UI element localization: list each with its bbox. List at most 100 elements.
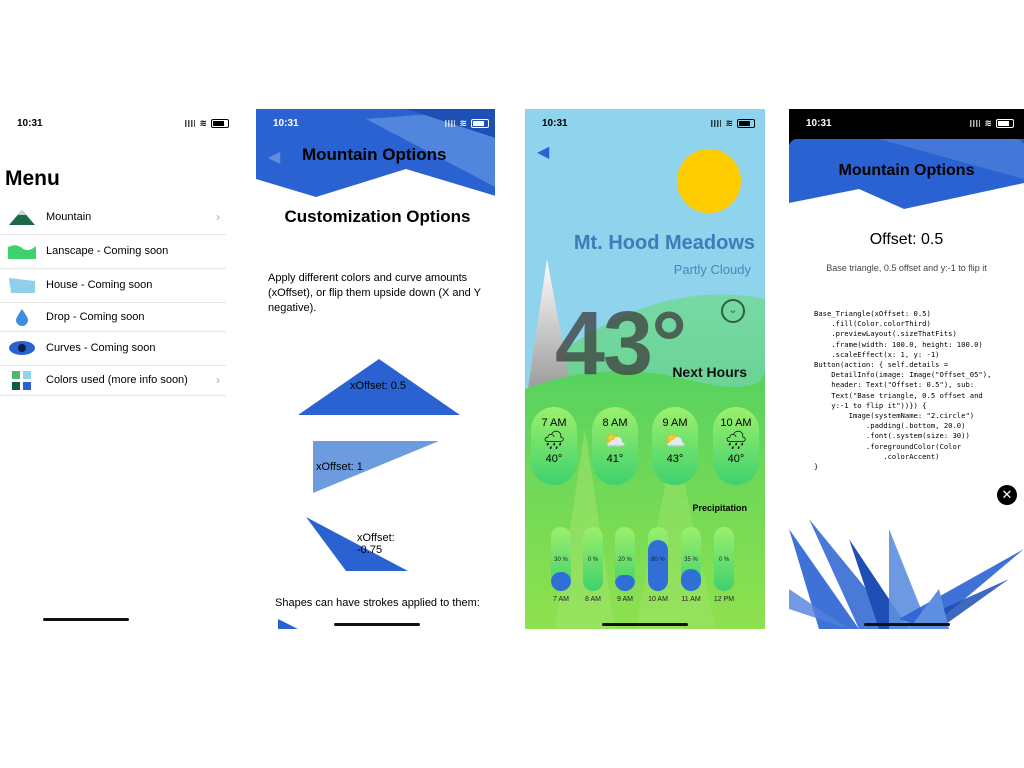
status-time: 10:31	[542, 118, 568, 129]
condition-text: Partly Cloudy	[673, 262, 751, 277]
chevron-down-circle-icon[interactable]: ⌄	[721, 299, 745, 323]
battery-icon	[211, 119, 229, 128]
strokes-text: Shapes can have strokes applied to them:	[275, 597, 480, 609]
battery-icon	[737, 119, 755, 128]
close-icon[interactable]: ✕	[997, 485, 1017, 505]
battery-icon	[471, 119, 489, 128]
menu-item-label: Colors used (more info soon)	[46, 374, 188, 386]
home-indicator	[602, 623, 688, 626]
eye-icon	[8, 339, 36, 357]
precipitation-fill	[615, 575, 635, 591]
hour-card: 10 AM 🌧 40°	[713, 407, 759, 485]
hour-card: 9 AM ⛅ 43°	[652, 407, 698, 485]
options-screen: 10:31 ≋ ◀ Mountain Options Customization…	[256, 109, 499, 629]
precipitation-percent: 0 %	[587, 557, 599, 563]
signal-icon	[970, 120, 981, 127]
precipitation-percent: 20 %	[618, 557, 632, 563]
rain-icon: 🌧	[542, 430, 566, 450]
partly-sunny-icon: ⛅	[603, 430, 627, 450]
offset-title: Offset: 0.5	[869, 231, 944, 248]
menu-item-colors[interactable]: Colors used (more info soon) ›	[0, 365, 226, 396]
next-hours-label: Next Hours	[672, 364, 747, 380]
wifi-icon: ≋	[725, 118, 733, 128]
menu-screen: 10:31 ≋ Menu Mountain › Lanscape - Comin…	[0, 109, 239, 629]
signal-icon	[445, 120, 456, 127]
precipitation-bar: 80 %	[648, 527, 668, 591]
precipitation-bar: 35 %	[681, 527, 701, 591]
precipitation-label: Precipitation	[692, 503, 747, 513]
hour-temp: 40°	[727, 453, 745, 465]
offset-description: Base triangle, 0.5 offset and y:-1 to fl…	[826, 263, 987, 273]
precipitation-time: 11 AM	[681, 596, 701, 603]
menu-item-label: Mountain	[46, 211, 92, 223]
precipitation-time: 12 PM	[713, 596, 735, 603]
menu-item-drop[interactable]: Drop - Coming soon	[0, 302, 226, 332]
hour-time: 10 AM	[720, 417, 752, 429]
precipitation-time: 9 AM	[617, 596, 633, 603]
hour-temp: 40°	[545, 453, 563, 465]
menu-item-label: Curves - Coming soon	[46, 342, 156, 354]
rain-icon: 🌧	[724, 430, 748, 450]
precipitation-bar: 0 %	[714, 527, 734, 591]
current-temperature: 43°	[555, 294, 687, 394]
code-snippet: Base_Triangle(xOffset: 0.5) .fill(Color.…	[814, 309, 992, 472]
status-bar: 10:31 ≋	[256, 118, 499, 134]
header-title: Mountain Options	[838, 162, 975, 179]
color-grid-icon	[8, 371, 36, 390]
precipitation-bar: 20 %	[615, 527, 635, 591]
precipitation-percent: 35 %	[684, 557, 698, 563]
page-title: Menu	[5, 167, 60, 190]
menu-item-landscape[interactable]: Lanscape - Coming soon	[0, 234, 226, 269]
menu-item-mountain[interactable]: Mountain ›	[0, 200, 226, 235]
hour-card: 7 AM 🌧 40°	[531, 407, 577, 485]
signal-icon	[185, 120, 196, 127]
precipitation-fill	[681, 568, 701, 591]
home-indicator	[334, 623, 420, 626]
wifi-icon: ≋	[459, 118, 467, 128]
menu-item-label: Drop - Coming soon	[46, 310, 145, 323]
status-time: 10:31	[806, 118, 832, 129]
wifi-icon: ≋	[984, 118, 992, 128]
mountain-icon	[8, 208, 36, 226]
hour-time: 8 AM	[602, 417, 628, 429]
precipitation-percent: 0 %	[718, 557, 730, 563]
status-bar: 10:31 ≋	[0, 118, 239, 134]
precipitation-time: 7 AM	[553, 596, 569, 603]
partly-sunny-icon: ⛅	[663, 430, 687, 450]
menu-item-label: Lanscape - Coming soon	[46, 245, 169, 257]
header-title: Mountain Options	[302, 145, 447, 164]
menu-item-label: House - Coming soon	[46, 279, 153, 291]
weather-screen: 10:31 ≋ ◀ Mt. Hood Meadows Partly Cloudy…	[525, 109, 765, 629]
back-arrow-icon[interactable]: ◀	[268, 147, 280, 167]
hour-temp: 41°	[606, 453, 624, 465]
precipitation-time: 8 AM	[585, 596, 601, 603]
precipitation-bar: 0 %	[583, 527, 603, 591]
status-bar: 10:31 ≋	[525, 118, 765, 134]
subtitle: Customization Options	[284, 207, 471, 226]
precipitation-fill	[648, 539, 668, 591]
menu-item-curves[interactable]: Curves - Coming soon	[0, 331, 226, 366]
signal-icon	[711, 120, 722, 127]
shape-label: xOffset: -0.75	[357, 532, 395, 556]
detail-screen: 10:31 ≋ Mountain Options Offset: 0.5 Bas…	[789, 109, 1024, 629]
home-indicator	[864, 623, 950, 626]
precipitation-percent: 80 %	[651, 557, 665, 563]
status-time: 10:31	[273, 118, 299, 129]
house-icon	[8, 276, 36, 294]
precipitation-bar: 30 %	[551, 527, 571, 591]
wifi-icon: ≋	[199, 118, 207, 128]
landscape-icon	[8, 242, 36, 260]
status-bar: 10:31 ≋	[789, 118, 1024, 134]
menu-item-house[interactable]: House - Coming soon	[0, 268, 226, 303]
hour-time: 7 AM	[541, 417, 567, 429]
shape-label: xOffset: 0.5	[350, 380, 407, 392]
battery-icon	[996, 119, 1014, 128]
shape-label: xOffset: 1	[316, 461, 363, 473]
chevron-right-icon: ›	[216, 210, 220, 224]
status-time: 10:31	[17, 118, 43, 129]
back-arrow-icon[interactable]: ◀	[537, 142, 549, 162]
precipitation-time: 10 AM	[648, 596, 668, 603]
description: Apply different colors and curve amounts…	[268, 272, 481, 314]
hour-temp: 43°	[666, 453, 684, 465]
chevron-right-icon: ›	[216, 373, 220, 387]
